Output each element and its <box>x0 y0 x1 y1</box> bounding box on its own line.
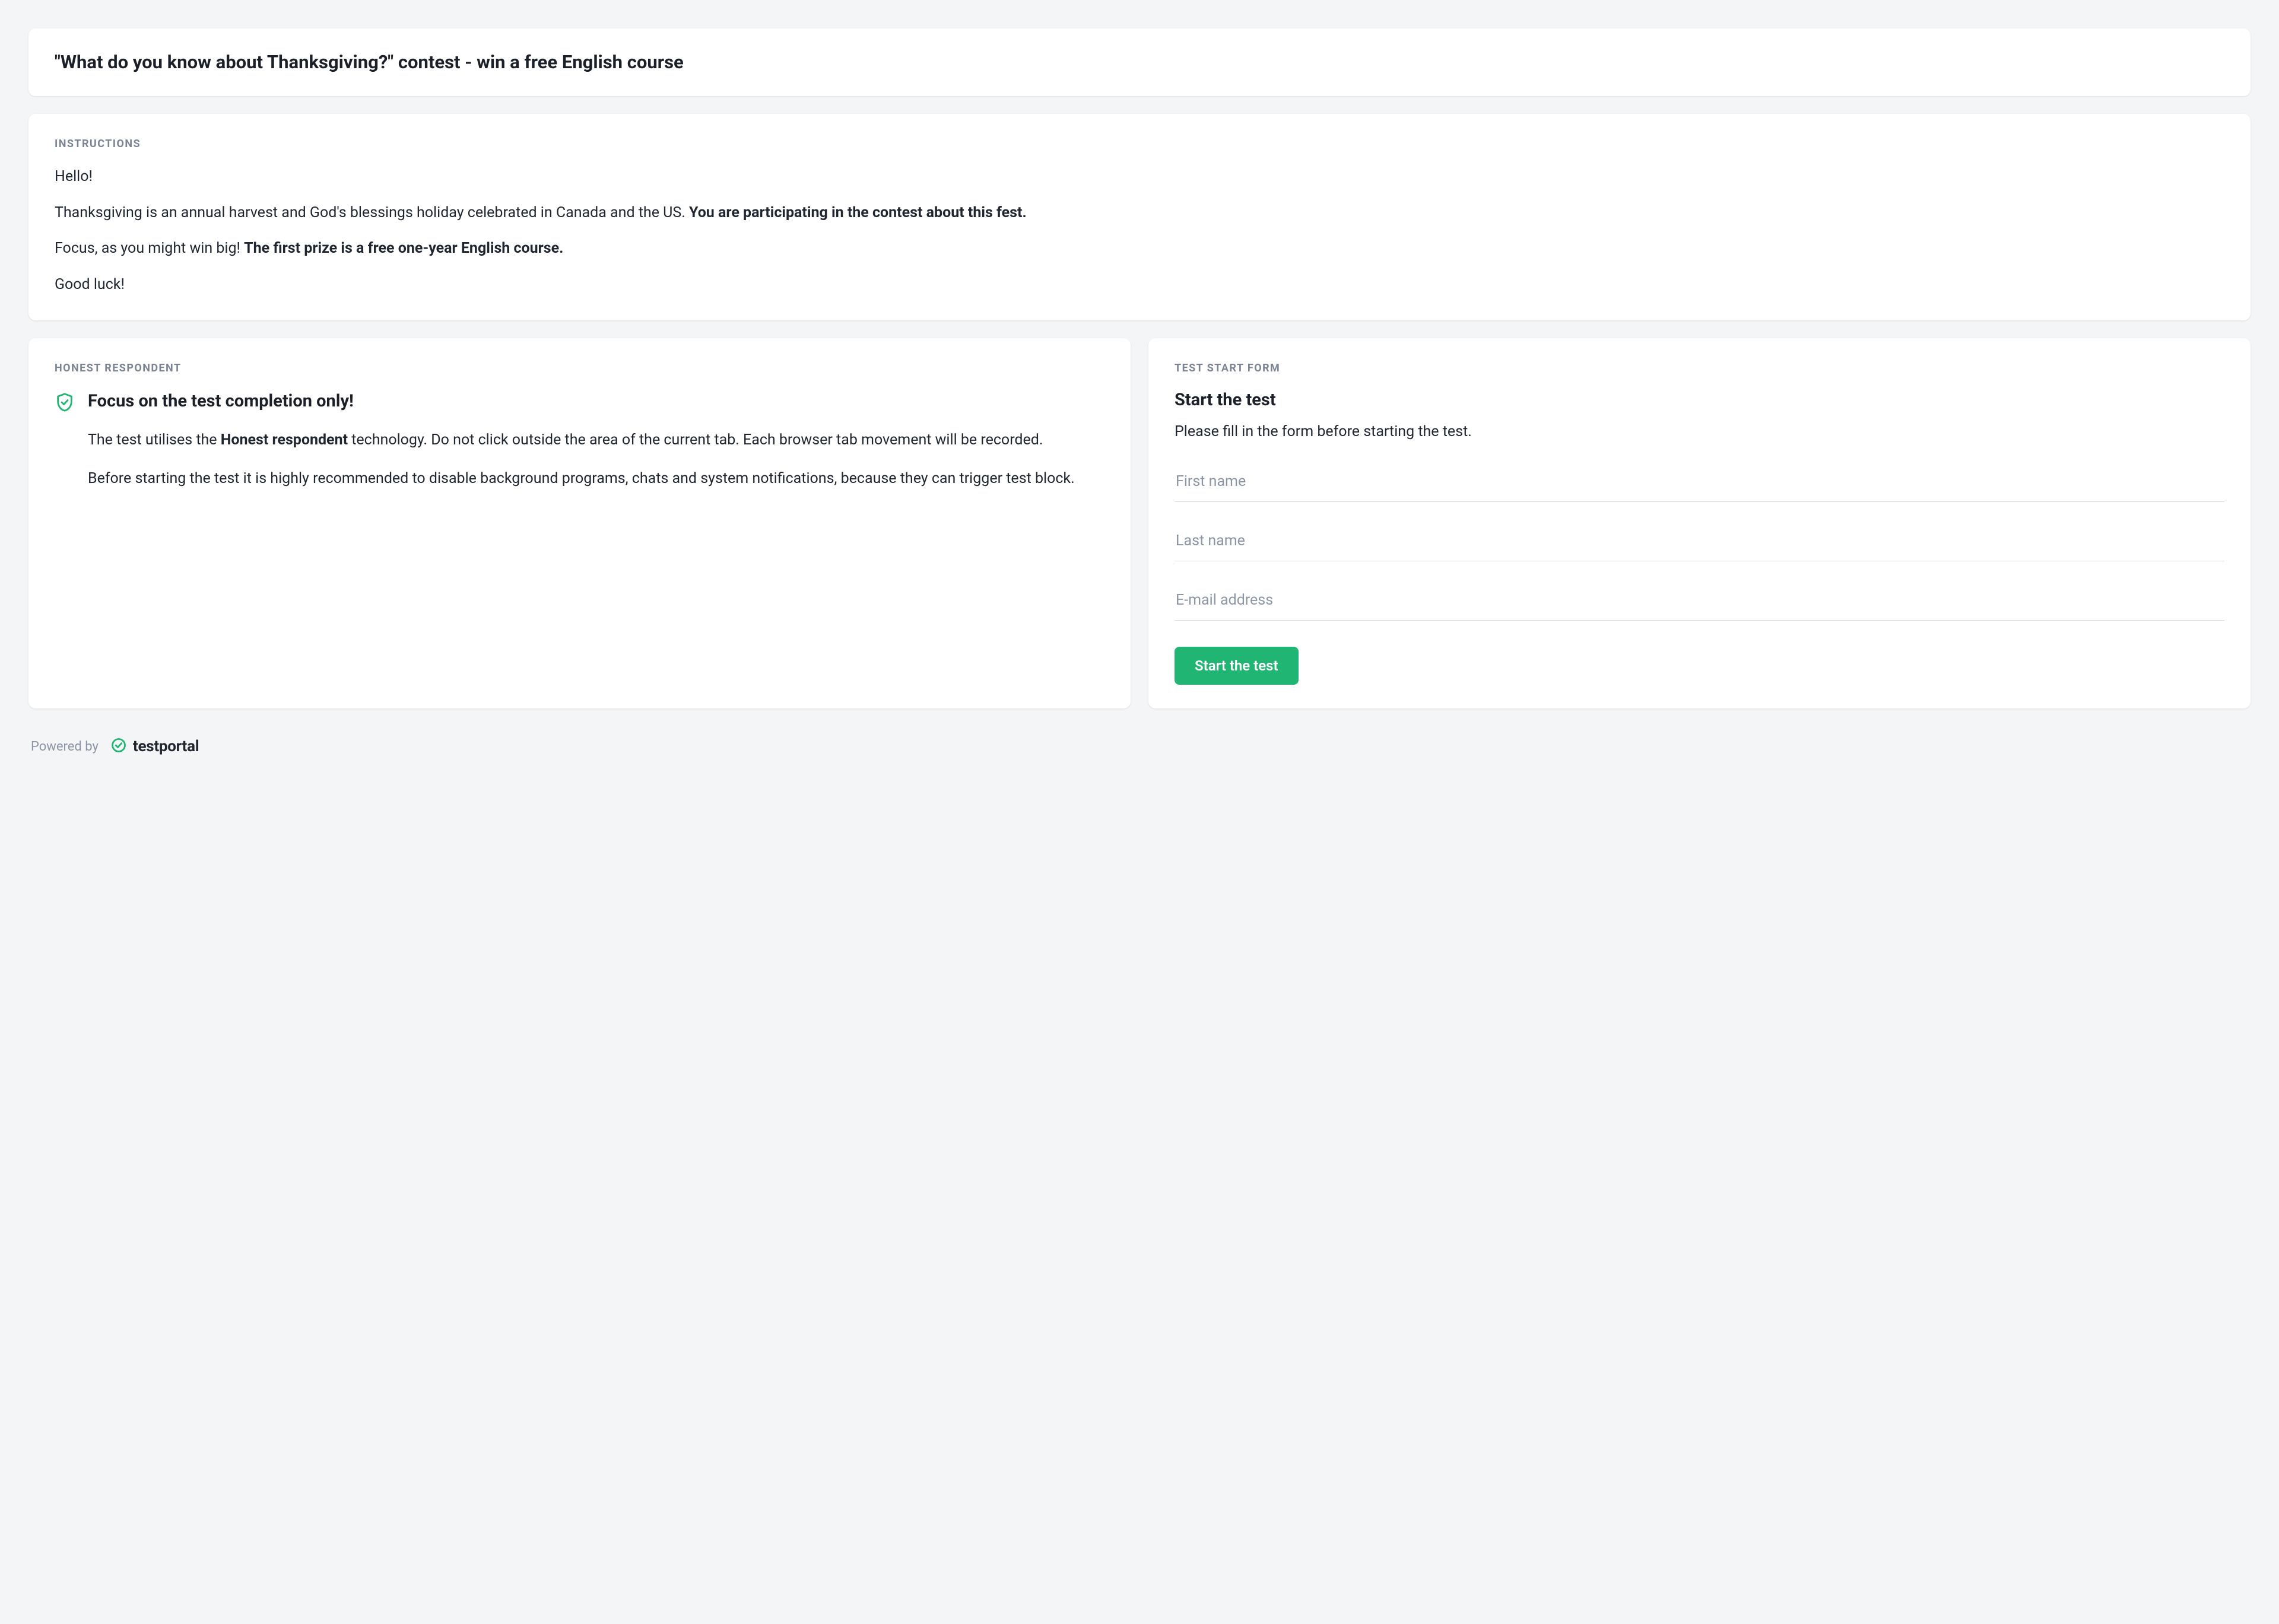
honest-p1: The test utilises the Honest respondent … <box>88 429 1104 452</box>
powered-by-footer: Powered by testportal <box>28 737 2251 756</box>
honest-body: The test utilises the Honest respondent … <box>55 429 1104 491</box>
form-title: Start the test <box>1175 390 2224 410</box>
test-title: "What do you know about Thanksgiving?" c… <box>55 50 2224 75</box>
honest-p2: Before starting the test it is highly re… <box>88 468 1104 491</box>
instructions-p2-bold: You are participating in the contest abo… <box>689 204 1027 221</box>
powered-by-text: Powered by <box>31 739 99 754</box>
honest-title: Focus on the test completion only! <box>88 390 354 413</box>
title-card: "What do you know about Thanksgiving?" c… <box>28 28 2251 96</box>
honest-header: Focus on the test completion only! <box>55 390 1104 415</box>
brand-link[interactable]: testportal <box>110 737 199 756</box>
instructions-p1: Hello! <box>55 166 2224 189</box>
email-field[interactable] <box>1175 584 2224 621</box>
first-name-field[interactable] <box>1175 465 2224 502</box>
shield-check-icon <box>55 390 75 415</box>
instructions-p4: Good luck! <box>55 274 2224 297</box>
form-column: TEST START FORM Start the test Please fi… <box>1148 338 2251 709</box>
honest-label: HONEST RESPONDENT <box>55 362 1104 374</box>
first-name-field-wrapper <box>1175 465 2224 502</box>
last-name-field-wrapper <box>1175 525 2224 561</box>
brand-name: testportal <box>133 738 199 755</box>
honest-p1b: Honest respondent <box>221 431 348 449</box>
instructions-p3-text: Focus, as you might win big! <box>55 240 244 257</box>
honest-p1c: technology. Do not click outside the are… <box>348 431 1043 449</box>
start-test-button[interactable]: Start the test <box>1175 647 1299 685</box>
instructions-p3: Focus, as you might win big! The first p… <box>55 237 2224 260</box>
two-column-row: HONEST RESPONDENT Focus on the test comp… <box>28 338 2251 709</box>
page-root: "What do you know about Thanksgiving?" c… <box>28 28 2251 756</box>
form-label: TEST START FORM <box>1175 362 2224 374</box>
honest-p1a: The test utilises the <box>88 431 221 449</box>
form-subtitle: Please fill in the form before starting … <box>1175 421 2224 443</box>
instructions-card: INSTRUCTIONS Hello! Thanksgiving is an a… <box>28 114 2251 320</box>
brand-check-icon <box>110 737 127 756</box>
instructions-label: INSTRUCTIONS <box>55 138 2224 150</box>
last-name-field[interactable] <box>1175 525 2224 561</box>
email-field-wrapper <box>1175 584 2224 621</box>
instructions-p2: Thanksgiving is an annual harvest and Go… <box>55 202 2224 225</box>
instructions-p3-bold: The first prize is a free one-year Engli… <box>244 240 563 257</box>
instructions-p2-text: Thanksgiving is an annual harvest and Go… <box>55 204 689 221</box>
honest-column: HONEST RESPONDENT Focus on the test comp… <box>28 338 1131 709</box>
honest-card: HONEST RESPONDENT Focus on the test comp… <box>28 338 1131 709</box>
form-card: TEST START FORM Start the test Please fi… <box>1148 338 2251 709</box>
